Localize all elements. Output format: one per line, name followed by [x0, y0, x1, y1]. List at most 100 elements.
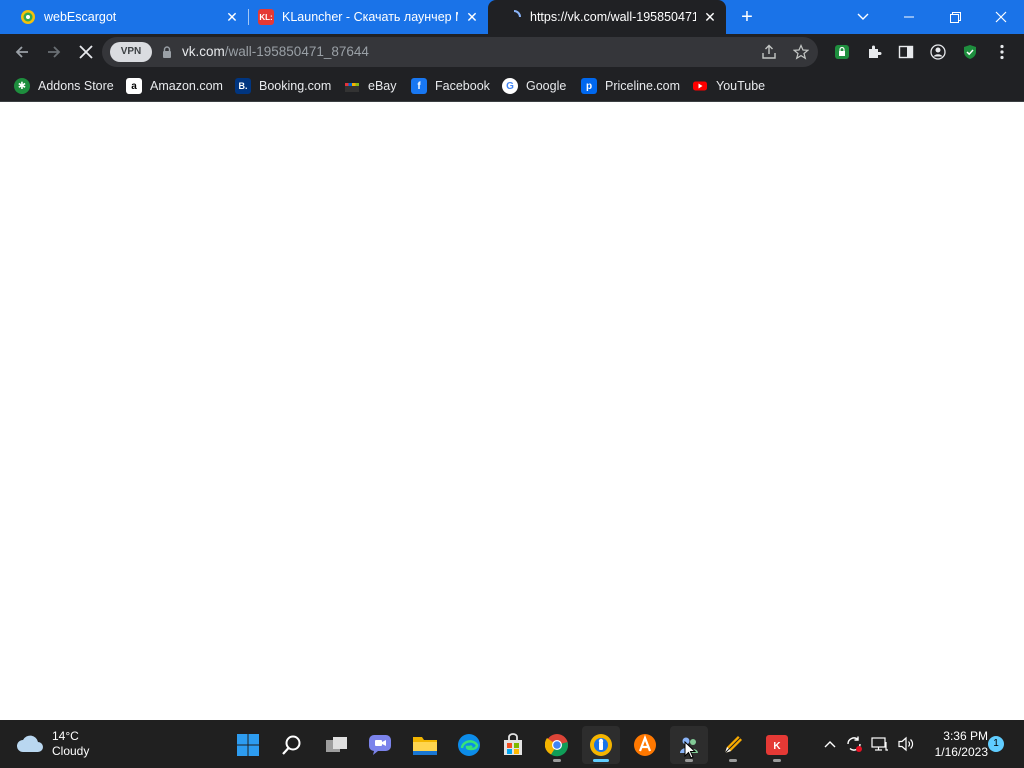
notification-badge[interactable]: 1	[988, 736, 1004, 752]
chat-icon	[369, 735, 391, 755]
task-view-button[interactable]	[318, 726, 356, 764]
google-icon: G	[502, 78, 518, 94]
sync-tray-icon[interactable]	[844, 734, 864, 754]
page-content-area[interactable]	[0, 103, 1024, 720]
taskbar-microsoft-store[interactable]	[494, 726, 532, 764]
url-host: vk.com	[182, 44, 225, 59]
bookmark-label: Amazon.com	[150, 79, 223, 93]
chevron-up-icon	[824, 741, 836, 748]
show-hidden-icons-button[interactable]	[820, 734, 840, 754]
chevron-down-icon	[857, 13, 869, 20]
close-tab-icon[interactable]: ✕	[464, 9, 480, 25]
youtube-icon	[692, 78, 708, 94]
bookmark-label: eBay	[368, 79, 397, 93]
url-text[interactable]: vk.com/wall-195850471_87644	[182, 44, 369, 59]
extensions-puzzle-icon[interactable]	[864, 42, 884, 62]
bookmark-youtube[interactable]: YouTube	[692, 75, 765, 97]
weather-widget[interactable]: 14°C Cloudy	[16, 728, 89, 760]
task-view-icon	[326, 737, 347, 752]
close-tab-icon[interactable]: ✕	[224, 9, 240, 25]
store-icon	[504, 733, 522, 755]
ebay-icon	[344, 78, 360, 94]
new-tab-button[interactable]: +	[736, 6, 758, 28]
edge-icon	[458, 734, 480, 756]
network-icon[interactable]	[870, 734, 890, 754]
menu-kebab-icon[interactable]	[992, 42, 1012, 62]
klauncher-icon: KL:	[258, 9, 274, 25]
security-shield-icon[interactable]	[960, 42, 980, 62]
clock-widget[interactable]: 3:36 PM 1/16/2023	[922, 728, 988, 760]
volume-icon[interactable]	[896, 734, 916, 754]
start-button[interactable]	[229, 726, 267, 764]
bookmark-label: Addons Store	[38, 79, 114, 93]
clock-date: 1/16/2023	[934, 745, 988, 759]
addons-store-icon: ✱	[14, 78, 30, 94]
browser-toolbar: VPN vk.com/wall-195850471_87644	[0, 34, 1024, 70]
running-indicator	[729, 759, 737, 762]
bookmark-priceline[interactable]: p Priceline.com	[581, 75, 680, 97]
svg-text:K: K	[773, 741, 781, 752]
restore-button[interactable]	[932, 0, 978, 34]
folder-icon	[413, 737, 437, 755]
url-path: /wall-195850471_87644	[224, 44, 369, 59]
profile-icon[interactable]	[928, 42, 948, 62]
tab-klauncher[interactable]: KL: KLauncher - Скачать лаунчер Ма ✕	[250, 0, 486, 34]
taskbar-klauncher[interactable]: K	[758, 726, 796, 764]
taskbar-chrome[interactable]	[538, 726, 576, 764]
taskbar-avast[interactable]	[626, 726, 664, 764]
taskbar-edge[interactable]	[450, 726, 488, 764]
bookmark-ebay[interactable]: eBay	[344, 75, 397, 97]
close-window-button[interactable]	[978, 0, 1024, 34]
vpn-badge[interactable]: VPN	[110, 42, 152, 62]
tab-search-button[interactable]	[840, 0, 886, 34]
taskbar-file-explorer[interactable]	[406, 726, 444, 764]
tab-title: webEscargot	[44, 10, 117, 24]
browser-window: webEscargot ✕ KL: KLauncher - Скачать ла…	[0, 0, 1024, 768]
tab-webescargot[interactable]: webEscargot ✕	[0, 0, 246, 34]
bookmark-google[interactable]: G Google	[502, 75, 566, 97]
minimize-button[interactable]	[886, 0, 932, 34]
taskbar-browser-active[interactable]	[582, 726, 620, 764]
pencil-icon	[722, 734, 744, 756]
bookmark-addons-store[interactable]: ✱ Addons Store	[14, 75, 114, 97]
bookmark-label: Priceline.com	[605, 79, 681, 93]
stop-icon	[79, 45, 93, 59]
tab-vk-active[interactable]: https://vk.com/wall-195850471_8 ✕	[488, 0, 726, 34]
windows-logo-icon	[237, 734, 259, 756]
clock-time: 3:36 PM	[943, 729, 988, 743]
running-indicator	[773, 759, 781, 762]
klauncher-icon: K	[766, 735, 788, 755]
lock-icon[interactable]	[160, 45, 174, 59]
arrow-left-icon	[15, 46, 28, 58]
tab-title: https://vk.com/wall-195850471_8	[530, 10, 696, 24]
running-indicator	[685, 759, 693, 762]
bookmark-booking[interactable]: B. Booking.com	[235, 75, 331, 97]
close-tab-icon[interactable]: ✕	[702, 9, 718, 25]
bookmark-label: Booking.com	[259, 79, 332, 93]
bookmark-star-icon[interactable]	[792, 43, 810, 61]
bookmark-label: Google	[526, 79, 567, 93]
stop-loading-button[interactable]	[72, 38, 100, 66]
tab-separator	[248, 9, 249, 25]
taskbar-teams-chat[interactable]	[361, 726, 399, 764]
running-indicator	[593, 759, 609, 762]
taskbar-search-button[interactable]	[273, 726, 311, 764]
restore-icon	[949, 11, 961, 23]
search-icon	[282, 735, 301, 755]
bookmark-facebook[interactable]: f Facebook	[411, 75, 490, 97]
mouse-cursor-icon	[684, 741, 696, 759]
forward-button[interactable]	[40, 38, 68, 66]
bookmark-amazon[interactable]: a Amazon.com	[126, 75, 223, 97]
vpn-extension-icon[interactable]	[832, 42, 852, 62]
share-icon[interactable]	[760, 43, 778, 61]
bookmark-label: Facebook	[435, 79, 490, 93]
amazon-icon: a	[126, 78, 142, 94]
weather-temp: 14°C	[52, 729, 79, 743]
back-button[interactable]	[8, 38, 36, 66]
side-panel-icon[interactable]	[896, 42, 916, 62]
avast-icon	[634, 734, 656, 756]
taskbar-app-tools[interactable]	[714, 726, 752, 764]
windows-taskbar: 14°C Cloudy K 3:36 PM 1/16/2023	[0, 720, 1024, 768]
chrome-icon	[545, 734, 569, 757]
address-bar[interactable]: VPN vk.com/wall-195850471_87644	[102, 37, 818, 67]
